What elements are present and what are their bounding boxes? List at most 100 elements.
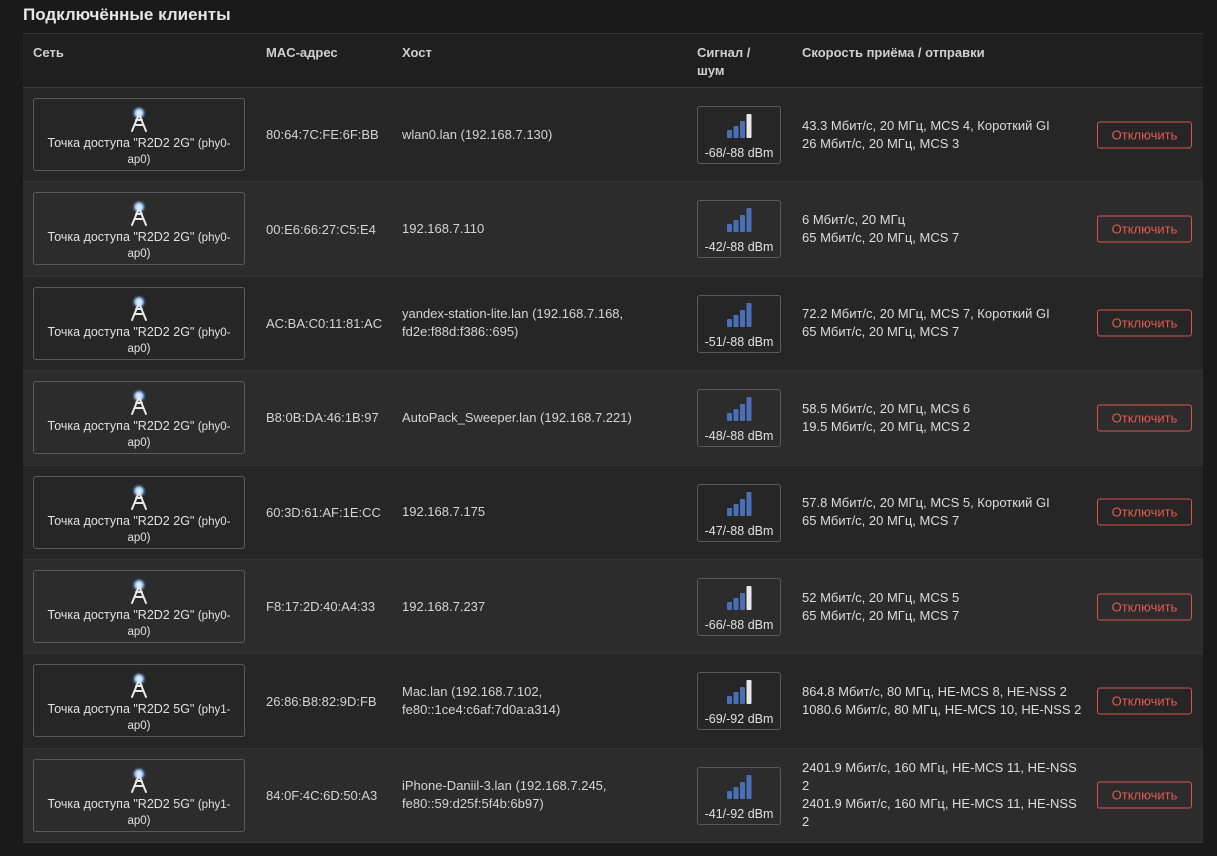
network-badge: Точка доступа "R2D2 2G" (phy0-ap0) bbox=[33, 286, 245, 360]
signal-bar bbox=[740, 309, 745, 327]
host-name: iPhone-Daniil-3.lan (192.168.7.245, fe80… bbox=[402, 778, 607, 812]
column-header-rate: Скорость приёма / отправки bbox=[802, 45, 985, 60]
mac-address: 60:3D:61:AF:1E:CC bbox=[266, 504, 381, 520]
column-header-host: Хост bbox=[402, 45, 432, 60]
table-row: Точка доступа "R2D2 2G" (phy0-ap0) 80:64… bbox=[23, 88, 1203, 183]
rx-rate: 6 Мбит/с, 20 МГц bbox=[802, 212, 906, 228]
wifi-tower-icon bbox=[131, 293, 147, 321]
network-name: Точка доступа "R2D2 5G" bbox=[47, 796, 195, 811]
network-name: Точка доступа "R2D2 2G" bbox=[47, 136, 195, 150]
wifi-tower-icon bbox=[131, 671, 147, 699]
signal-bar bbox=[727, 413, 732, 422]
wifi-tower-icon bbox=[131, 388, 147, 416]
signal-bar bbox=[746, 208, 752, 233]
rate-info: 58.5 Мбит/с, 20 МГц, MCS 6 19.5 Мбит/с, … bbox=[802, 371, 1082, 464]
signal-value: -66/-88 dBm bbox=[704, 617, 774, 632]
disconnect-button[interactable]: Отключить bbox=[1097, 121, 1192, 149]
signal-badge: -66/-88 dBm bbox=[697, 577, 781, 636]
column-header-network: Сеть bbox=[33, 45, 64, 60]
host-name: AutoPack_Sweeper.lan (192.168.7.221) bbox=[402, 409, 632, 425]
network-name: Точка доступа "R2D2 2G" bbox=[47, 324, 195, 339]
mac-address: 80:64:7C:FE:6F:BB bbox=[266, 127, 379, 143]
wifi-tower-icon bbox=[131, 105, 147, 132]
tx-rate: 2401.9 Мбит/с, 160 МГц, HE-MCS 11, HE-NS… bbox=[802, 796, 1077, 830]
rx-rate: 57.8 Мбит/с, 20 МГц, MCS 5, Короткий GI bbox=[802, 495, 1050, 511]
table-row: Точка доступа "R2D2 5G" (phy1-ap0) 26:86… bbox=[23, 654, 1203, 749]
disconnect-button[interactable]: Отключить bbox=[1097, 687, 1192, 715]
signal-bar bbox=[733, 786, 739, 799]
column-header-signal-line1: Сигнал / bbox=[697, 45, 751, 60]
signal-bar bbox=[740, 687, 745, 705]
signal-bar bbox=[733, 597, 739, 610]
signal-bar bbox=[733, 692, 739, 705]
signal-value: -47/-88 dBm bbox=[704, 523, 774, 538]
tx-rate: 65 Мбит/с, 20 МГц, MCS 7 bbox=[802, 324, 960, 340]
host-name: 192.168.7.237 bbox=[402, 598, 486, 614]
network-label: Точка доступа "R2D2 5G" (phy1-ap0) bbox=[38, 702, 240, 734]
signal-badge: -69/-92 dBm bbox=[697, 672, 781, 731]
signal-bar bbox=[733, 409, 739, 422]
signal-bar bbox=[746, 397, 752, 422]
tx-rate: 65 Мбит/с, 20 МГц, MCS 7 bbox=[802, 607, 960, 623]
rate-info: 2401.9 Мбит/с, 160 МГц, HE-MCS 11, HE-NS… bbox=[802, 749, 1082, 842]
signal-bar bbox=[740, 781, 745, 799]
rx-rate: 52 Мбит/с, 20 МГц, MCS 5 bbox=[802, 589, 960, 605]
rx-rate: 43.3 Мбит/с, 20 МГц, MCS 4, Короткий GI bbox=[802, 117, 1050, 133]
clients-table: Сеть MAC-адрес Хост Сигнал / шум Скорост… bbox=[23, 33, 1203, 844]
rx-rate: 58.5 Мбит/с, 20 МГц, MCS 6 bbox=[802, 400, 971, 416]
network-label: Точка доступа "R2D2 2G" (phy0-ap0) bbox=[38, 608, 240, 640]
signal-bar bbox=[727, 696, 732, 705]
signal-badge: -48/-88 dBm bbox=[697, 389, 781, 448]
signal-bar bbox=[727, 130, 732, 138]
signal-strength-icon bbox=[727, 680, 752, 705]
tx-rate: 19.5 Мбит/с, 20 МГц, MCS 2 bbox=[802, 418, 971, 434]
signal-bar bbox=[733, 503, 739, 516]
network-badge: Точка доступа "R2D2 2G" (phy0-ap0) bbox=[33, 98, 245, 171]
wifi-tower-icon bbox=[131, 576, 147, 604]
mac-address: F8:17:2D:40:A4:33 bbox=[266, 599, 376, 615]
network-badge: Точка доступа "R2D2 2G" (phy0-ap0) bbox=[33, 381, 245, 455]
signal-bar bbox=[727, 318, 732, 327]
signal-value: -42/-88 dBm bbox=[704, 240, 774, 255]
disconnect-button[interactable]: Отключить bbox=[1097, 309, 1192, 337]
signal-bar bbox=[746, 680, 752, 705]
rate-info: 72.2 Мбит/с, 20 МГц, MCS 7, Короткий GI … bbox=[802, 277, 1082, 370]
host-name: wlan0.lan (192.168.7.130) bbox=[402, 126, 553, 142]
signal-bar bbox=[733, 314, 739, 327]
disconnect-button[interactable]: Отключить bbox=[1097, 593, 1192, 621]
table-body: Точка доступа "R2D2 2G" (phy0-ap0) 80:64… bbox=[23, 88, 1203, 844]
signal-bar bbox=[740, 498, 745, 516]
signal-bar bbox=[727, 507, 732, 516]
network-label: Точка доступа "R2D2 2G" (phy0-ap0) bbox=[38, 230, 240, 262]
signal-bar bbox=[740, 592, 745, 610]
disconnect-button[interactable]: Отключить bbox=[1097, 498, 1192, 526]
host-name: Mac.lan (192.168.7.102, fe80::1ce4:c6af:… bbox=[402, 684, 561, 718]
network-badge: Точка доступа "R2D2 2G" (phy0-ap0) bbox=[33, 192, 245, 266]
signal-bar bbox=[746, 585, 752, 610]
table-row: Точка доступа "R2D2 2G" (phy0-ap0) AC:BA… bbox=[23, 276, 1203, 372]
network-badge: Точка доступа "R2D2 2G" (phy0-ap0) bbox=[33, 475, 245, 549]
wifi-tower-icon bbox=[131, 482, 147, 510]
rx-rate: 2401.9 Мбит/с, 160 МГц, HE-MCS 11, HE-NS… bbox=[802, 760, 1077, 794]
disconnect-button[interactable]: Отключить bbox=[1097, 404, 1192, 432]
mac-address: 26:86:B8:82:9D:FB bbox=[266, 693, 377, 709]
tx-rate: 26 Мбит/с, 20 МГц, MCS 3 bbox=[802, 135, 960, 151]
table-row: Точка доступа "R2D2 2G" (phy0-ap0) B8:0B… bbox=[23, 371, 1203, 466]
signal-bar bbox=[740, 121, 745, 138]
disconnect-button[interactable]: Отключить bbox=[1097, 781, 1192, 809]
network-badge: Точка доступа "R2D2 5G" (phy1-ap0) bbox=[33, 758, 245, 832]
signal-strength-icon bbox=[727, 585, 752, 610]
signal-value: -41/-92 dBm bbox=[704, 806, 774, 821]
tx-rate: 1080.6 Мбит/с, 80 МГц, HE-MCS 10, HE-NSS… bbox=[802, 702, 1082, 718]
disconnect-button[interactable]: Отключить bbox=[1097, 215, 1192, 243]
rx-rate: 864.8 Мбит/с, 80 МГц, HE-MCS 8, HE-NSS 2 bbox=[802, 684, 1067, 700]
section-title: Подключённые клиенты bbox=[23, 5, 231, 24]
signal-bar bbox=[746, 774, 752, 799]
table-row: Точка доступа "R2D2 2G" (phy0-ap0) 00:E6… bbox=[23, 182, 1203, 277]
network-name: Точка доступа "R2D2 2G" bbox=[47, 419, 195, 434]
signal-bar bbox=[727, 790, 732, 799]
signal-bar bbox=[727, 224, 732, 233]
network-name: Точка доступа "R2D2 2G" bbox=[47, 607, 195, 622]
mac-address: 00:E6:66:27:C5:E4 bbox=[266, 221, 376, 237]
wifi-tower-icon bbox=[131, 765, 147, 793]
